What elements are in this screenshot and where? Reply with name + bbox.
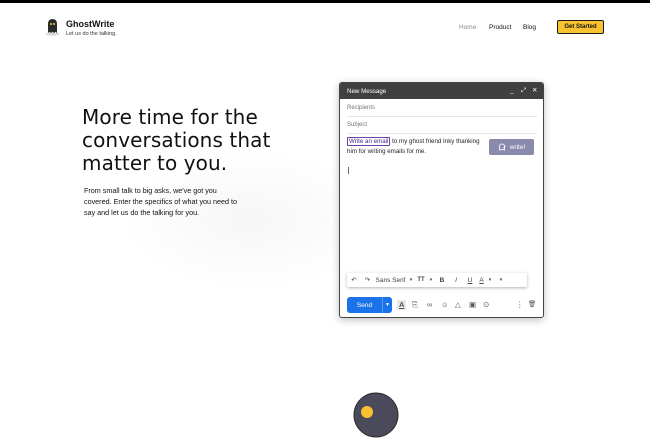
font-dropdown-icon[interactable]: ▾ [407, 277, 415, 283]
trash-icon[interactable]: 🗑 [528, 300, 536, 310]
write-button[interactable]: write! [489, 139, 534, 155]
top-border [0, 0, 650, 3]
format-text-icon[interactable]: A [397, 300, 407, 310]
ghost-logo-icon [45, 19, 60, 36]
minimize-icon[interactable]: _ [510, 87, 514, 95]
link-icon[interactable]: ∞ [427, 300, 432, 310]
more-format-dropdown-icon[interactable]: ▾ [494, 277, 508, 283]
text-cursor [348, 167, 349, 174]
nav-blog-link[interactable]: Blog [523, 24, 536, 31]
divider [347, 116, 537, 117]
lock-icon[interactable]: ⊙ [483, 300, 489, 310]
email-body[interactable]: Write an email to my ghost friend Inky t… [347, 137, 487, 156]
more-options-icon[interactable]: ⋮ [516, 300, 524, 310]
undo-icon[interactable]: ↶ [347, 276, 361, 284]
hero-subtitle: From small talk to big asks, we've got y… [84, 186, 238, 217]
ghost-avatar-icon [353, 392, 399, 438]
get-started-button[interactable]: Get Started [557, 20, 604, 34]
emoji-icon[interactable]: ☺ [441, 300, 449, 310]
hero-title: More time for the conversations that mat… [82, 105, 271, 175]
formatting-toolbar: ↶ ↷ Sans Serif ▾ TT ▾ B I U A ▾ ▾ [347, 273, 527, 287]
write-button-label: write! [509, 143, 526, 151]
divider [347, 133, 537, 134]
italic-icon[interactable]: I [449, 277, 463, 284]
compose-window: New Message _ ⤢ ✕ Recipients Subject Wri… [339, 82, 544, 318]
send-options-icon[interactable]: ▼ [382, 297, 392, 313]
compose-title: New Message [347, 87, 387, 95]
text-color-icon[interactable]: A [477, 277, 486, 284]
expand-icon[interactable]: ⤢ [521, 87, 526, 95]
compose-bottom-bar: Send ▼ A ⎘ ∞ ☺ △ ▣ ⊙ ⋮ 🗑 [347, 297, 539, 313]
recipients-field[interactable]: Recipients [347, 105, 375, 111]
close-icon[interactable]: ✕ [532, 87, 537, 95]
drive-icon[interactable]: △ [455, 300, 461, 310]
brand-tagline: Let us do the talking. [66, 31, 117, 37]
redo-icon[interactable]: ↷ [361, 276, 374, 284]
highlighted-prompt[interactable]: Write an email [347, 137, 391, 146]
bold-icon[interactable]: B [435, 277, 449, 284]
brand-name: GhostWrite [66, 19, 115, 29]
photo-icon[interactable]: ▣ [469, 300, 476, 310]
send-button[interactable]: Send [347, 297, 382, 313]
ghost-write-icon [498, 143, 506, 151]
font-select[interactable]: Sans Serif [374, 277, 407, 284]
compose-header: New Message _ ⤢ ✕ [340, 83, 543, 99]
nav-product-link[interactable]: Product [489, 24, 511, 31]
underline-icon[interactable]: U [463, 277, 477, 284]
color-dropdown-icon[interactable]: ▾ [486, 277, 494, 283]
subject-field[interactable]: Subject [347, 122, 367, 128]
attach-icon[interactable]: ⎘ [412, 300, 418, 310]
text-size-icon[interactable]: TT [415, 277, 427, 283]
nav-home-link[interactable]: Home [459, 24, 476, 31]
size-dropdown-icon[interactable]: ▾ [427, 277, 435, 283]
